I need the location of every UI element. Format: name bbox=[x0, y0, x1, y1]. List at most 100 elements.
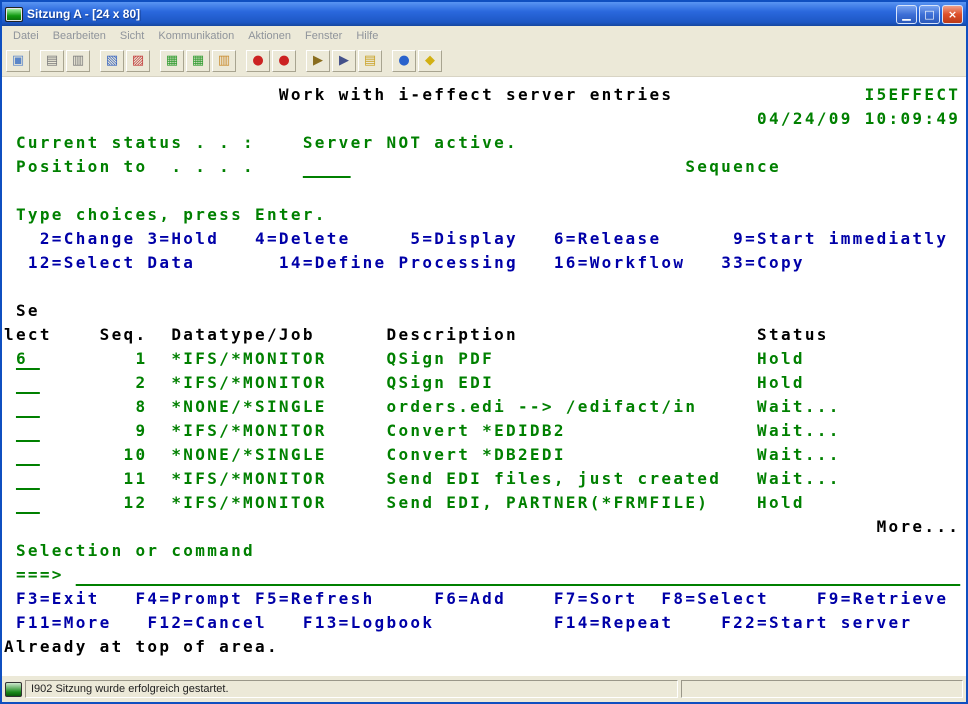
select-input[interactable] bbox=[16, 445, 40, 464]
web-browser-icon[interactable]: ● bbox=[392, 50, 416, 72]
terminal-text: orders.edi --> /edifact/in bbox=[387, 397, 698, 416]
minimize-button[interactable]: ▁ bbox=[896, 5, 917, 24]
terminal-space bbox=[721, 469, 757, 488]
terminal-space bbox=[243, 589, 255, 608]
terminal-text: 12 bbox=[124, 493, 148, 512]
terminal-space bbox=[315, 325, 387, 344]
close-button[interactable]: × bbox=[942, 5, 963, 24]
terminal-space bbox=[255, 133, 303, 152]
menu-fenster[interactable]: Fenster bbox=[298, 28, 349, 44]
terminal-text: Convert *DB2EDI bbox=[387, 445, 566, 464]
jump-session-icon[interactable]: ▦ bbox=[186, 50, 210, 72]
menu-aktionen[interactable]: Aktionen bbox=[241, 28, 298, 44]
terminal-space bbox=[195, 253, 279, 272]
send-file-icon[interactable]: ▧ bbox=[100, 50, 124, 72]
command-input[interactable] bbox=[76, 565, 961, 584]
terminal-text: 1 bbox=[135, 349, 147, 368]
select-input[interactable] bbox=[16, 469, 40, 488]
terminal-text: Wait... bbox=[757, 421, 841, 440]
terminal-text: Type choices, press Enter. bbox=[16, 205, 327, 224]
menu-datei[interactable]: Datei bbox=[6, 28, 46, 44]
run-program-icon[interactable]: ▶ bbox=[332, 50, 356, 72]
copy-icon[interactable]: ▤ bbox=[40, 50, 64, 72]
terminal-text: 11 bbox=[124, 469, 148, 488]
terminal-text: F4=Prompt bbox=[135, 589, 243, 608]
terminal-text: 10:09:49 bbox=[865, 109, 961, 128]
select-input[interactable] bbox=[16, 397, 40, 416]
terminal-space bbox=[697, 397, 757, 416]
terminal-space bbox=[853, 109, 865, 128]
terminal-space bbox=[4, 205, 16, 224]
terminal-space bbox=[4, 589, 16, 608]
terminal-text: Datatype/Job bbox=[171, 325, 314, 344]
terminal-text: I5EFFECT bbox=[865, 85, 961, 104]
terminal-space bbox=[4, 301, 16, 320]
terminal-space bbox=[685, 253, 721, 272]
terminal-text: QSign PDF bbox=[387, 349, 495, 368]
terminal-text: Hold bbox=[757, 493, 805, 512]
play-macro-icon[interactable]: ▶ bbox=[306, 50, 330, 72]
title-bar[interactable]: Sitzung A - [24 x 80] ▁□× bbox=[2, 2, 966, 26]
select-input[interactable] bbox=[16, 421, 40, 440]
menu-sicht[interactable]: Sicht bbox=[113, 28, 151, 44]
terminal-text: Hold bbox=[757, 373, 805, 392]
terminal-text: F8=Select bbox=[661, 589, 769, 608]
new-session-icon[interactable]: ▣ bbox=[6, 50, 30, 72]
terminal-text: Hold bbox=[757, 349, 805, 368]
terminal-space bbox=[494, 373, 757, 392]
terminal-space bbox=[64, 565, 76, 584]
terminal-text: F5=Refresh bbox=[255, 589, 375, 608]
terminal-text: Description bbox=[387, 325, 518, 344]
paste-icon[interactable]: ▥ bbox=[66, 50, 90, 72]
menu-bearbeiten[interactable]: Bearbeiten bbox=[46, 28, 113, 44]
terminal-text: Already at top of area. bbox=[4, 637, 279, 656]
terminal-space bbox=[4, 253, 28, 272]
terminal-text: 14=Define Processing bbox=[279, 253, 518, 272]
terminal-space bbox=[769, 589, 817, 608]
terminal-space bbox=[40, 373, 136, 392]
terminal-text: Position to . . . . bbox=[16, 157, 255, 176]
terminal-text: *IFS/*MONITOR bbox=[171, 421, 326, 440]
terminal-space bbox=[4, 541, 16, 560]
terminal-screen[interactable]: Work with i-effect server entries I5EFFE… bbox=[2, 77, 966, 675]
terminal-space bbox=[566, 421, 757, 440]
graph-icon[interactable]: ▥ bbox=[212, 50, 236, 72]
select-input[interactable] bbox=[16, 493, 40, 512]
terminal-space bbox=[4, 613, 16, 632]
select-input[interactable] bbox=[16, 373, 40, 392]
menu-kommunikation[interactable]: Kommunikation bbox=[151, 28, 241, 44]
terminal-space bbox=[4, 133, 16, 152]
menu-hilfe[interactable]: Hilfe bbox=[349, 28, 385, 44]
position-to-input[interactable] bbox=[303, 157, 351, 176]
keypad-icon[interactable]: ◆ bbox=[418, 50, 442, 72]
terminal-space bbox=[255, 157, 303, 176]
terminal-text: Wait... bbox=[757, 397, 841, 416]
terminal-space bbox=[40, 469, 124, 488]
menu-bar: DateiBearbeitenSichtKommunikationAktione… bbox=[2, 26, 966, 45]
notepad-icon[interactable]: ▤ bbox=[358, 50, 382, 72]
stop-macro-icon[interactable]: ● bbox=[272, 50, 296, 72]
terminal-text: 9=Start immediatly bbox=[733, 229, 948, 248]
terminal-text: 9 bbox=[135, 421, 147, 440]
terminal-space bbox=[661, 229, 733, 248]
terminal-text: *IFS/*MONITOR bbox=[171, 469, 326, 488]
terminal-text: F13=Logbook bbox=[303, 613, 434, 632]
status-message: I902 Sitzung wurde erfolgreich gestartet… bbox=[25, 680, 678, 698]
receive-file-icon[interactable]: ▨ bbox=[126, 50, 150, 72]
terminal-space bbox=[327, 493, 387, 512]
terminal-space bbox=[4, 373, 16, 392]
terminal-text: 6=Release bbox=[554, 229, 662, 248]
record-macro-icon[interactable]: ● bbox=[246, 50, 270, 72]
maximize-button[interactable]: □ bbox=[919, 5, 940, 24]
display-setup-icon[interactable]: ▦ bbox=[160, 50, 184, 72]
terminal-space bbox=[4, 565, 16, 584]
terminal-text: F9=Retrieve bbox=[817, 589, 948, 608]
terminal-text: More... bbox=[877, 517, 961, 536]
terminal-text: *NONE/*SINGLE bbox=[171, 445, 326, 464]
terminal-space bbox=[4, 517, 877, 536]
select-input[interactable]: 6 bbox=[16, 349, 40, 368]
terminal-text: Send EDI files, just created bbox=[387, 469, 722, 488]
terminal-space bbox=[518, 229, 554, 248]
terminal-space bbox=[4, 229, 40, 248]
terminal-text: 33=Copy bbox=[721, 253, 805, 272]
